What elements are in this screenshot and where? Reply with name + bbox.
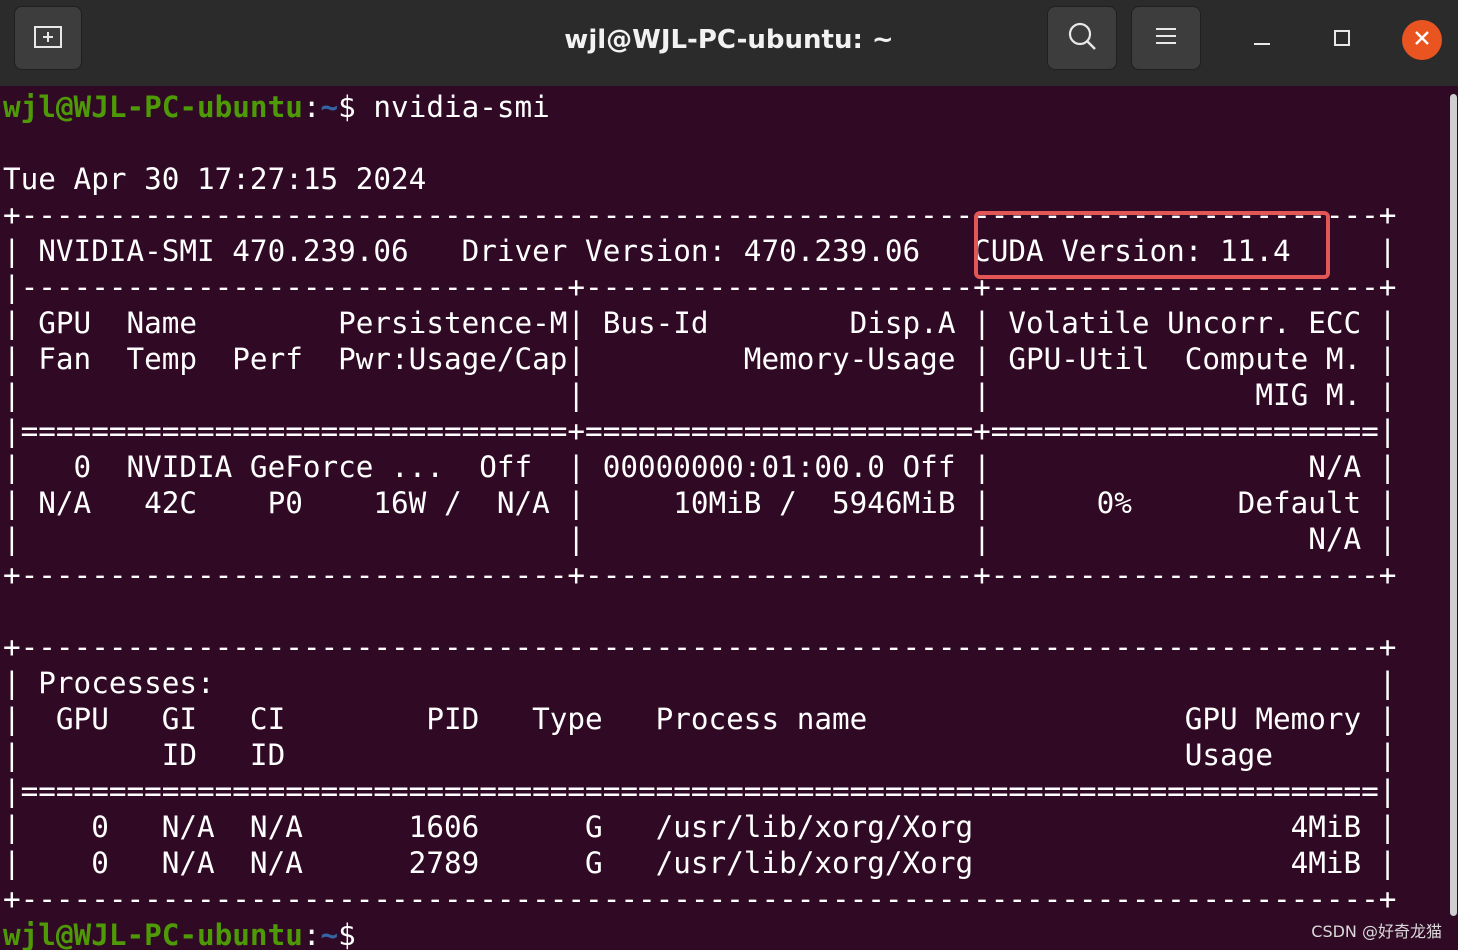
prompt-user-host: wjl@WJL-PC-ubuntu bbox=[3, 90, 303, 124]
output-line: Tue Apr 30 17:27:15 2024 bbox=[3, 162, 427, 196]
output-line: | | | N/A | bbox=[3, 522, 1397, 556]
prompt-line-current: wjl@WJL-PC-ubuntu:~$ bbox=[3, 917, 373, 950]
output-line: | | | MIG M. | bbox=[3, 378, 1397, 412]
output-line: | N/A 42C P0 16W / N/A | 10MiB / 5946MiB… bbox=[3, 486, 1397, 520]
hamburger-menu-icon bbox=[1154, 26, 1178, 50]
output-line: +-------------------------------+-------… bbox=[3, 558, 1397, 592]
window-title: wjl@WJL-PC-ubuntu: ~ bbox=[564, 25, 894, 55]
output-line: |===============================+=======… bbox=[3, 414, 1397, 448]
command-text: nvidia-smi bbox=[373, 90, 550, 124]
output-line: | ID ID Usage | bbox=[3, 738, 1397, 772]
prompt-path: ~ bbox=[320, 918, 339, 950]
cuda-version-highlight-box bbox=[974, 211, 1330, 279]
output-line: | Processes: | bbox=[3, 666, 1397, 700]
minimize-button[interactable] bbox=[1242, 20, 1282, 60]
prompt-user-host: wjl@WJL-PC-ubuntu bbox=[3, 918, 303, 950]
maximize-icon bbox=[1332, 28, 1352, 52]
scrollbar-thumb[interactable] bbox=[1450, 94, 1457, 916]
output-line: | 0 N/A N/A 1606 G /usr/lib/xorg/Xorg 4M… bbox=[3, 810, 1397, 844]
maximize-button[interactable] bbox=[1322, 20, 1362, 60]
close-button[interactable] bbox=[1402, 20, 1442, 60]
prompt-separator: : bbox=[302, 90, 321, 124]
output-line: | 0 N/A N/A 2789 G /usr/lib/xorg/Xorg 4M… bbox=[3, 846, 1397, 880]
prompt-symbol: $ bbox=[338, 918, 374, 950]
output-line: |=======================================… bbox=[3, 774, 1397, 808]
output-line: | GPU GI CI PID Type Process name GPU Me… bbox=[3, 702, 1397, 736]
title-bar: wjl@WJL-PC-ubuntu: ~ bbox=[0, 0, 1458, 86]
prompt-line: wjl@WJL-PC-ubuntu:~$ nvidia-smi bbox=[3, 89, 550, 125]
prompt-symbol: $ bbox=[338, 90, 374, 124]
scrollbar[interactable] bbox=[1448, 86, 1458, 950]
watermark: CSDN @好奇龙猫 bbox=[1311, 922, 1442, 941]
output-line: | GPU Name Persistence-M| Bus-Id Disp.A … bbox=[3, 306, 1397, 340]
search-icon bbox=[1067, 21, 1097, 55]
minimize-icon bbox=[1252, 28, 1272, 52]
output-line: +---------------------------------------… bbox=[3, 630, 1397, 664]
menu-button[interactable] bbox=[1131, 6, 1201, 70]
prompt-separator: : bbox=[302, 918, 321, 950]
output-line: | Fan Temp Perf Pwr:Usage/Cap| Memory-Us… bbox=[3, 342, 1397, 376]
close-icon bbox=[1413, 29, 1431, 51]
prompt-path: ~ bbox=[320, 90, 339, 124]
search-button[interactable] bbox=[1047, 6, 1117, 70]
output-line: | 0 NVIDIA GeForce ... Off | 00000000:01… bbox=[3, 450, 1397, 484]
output-line: +---------------------------------------… bbox=[3, 882, 1397, 916]
